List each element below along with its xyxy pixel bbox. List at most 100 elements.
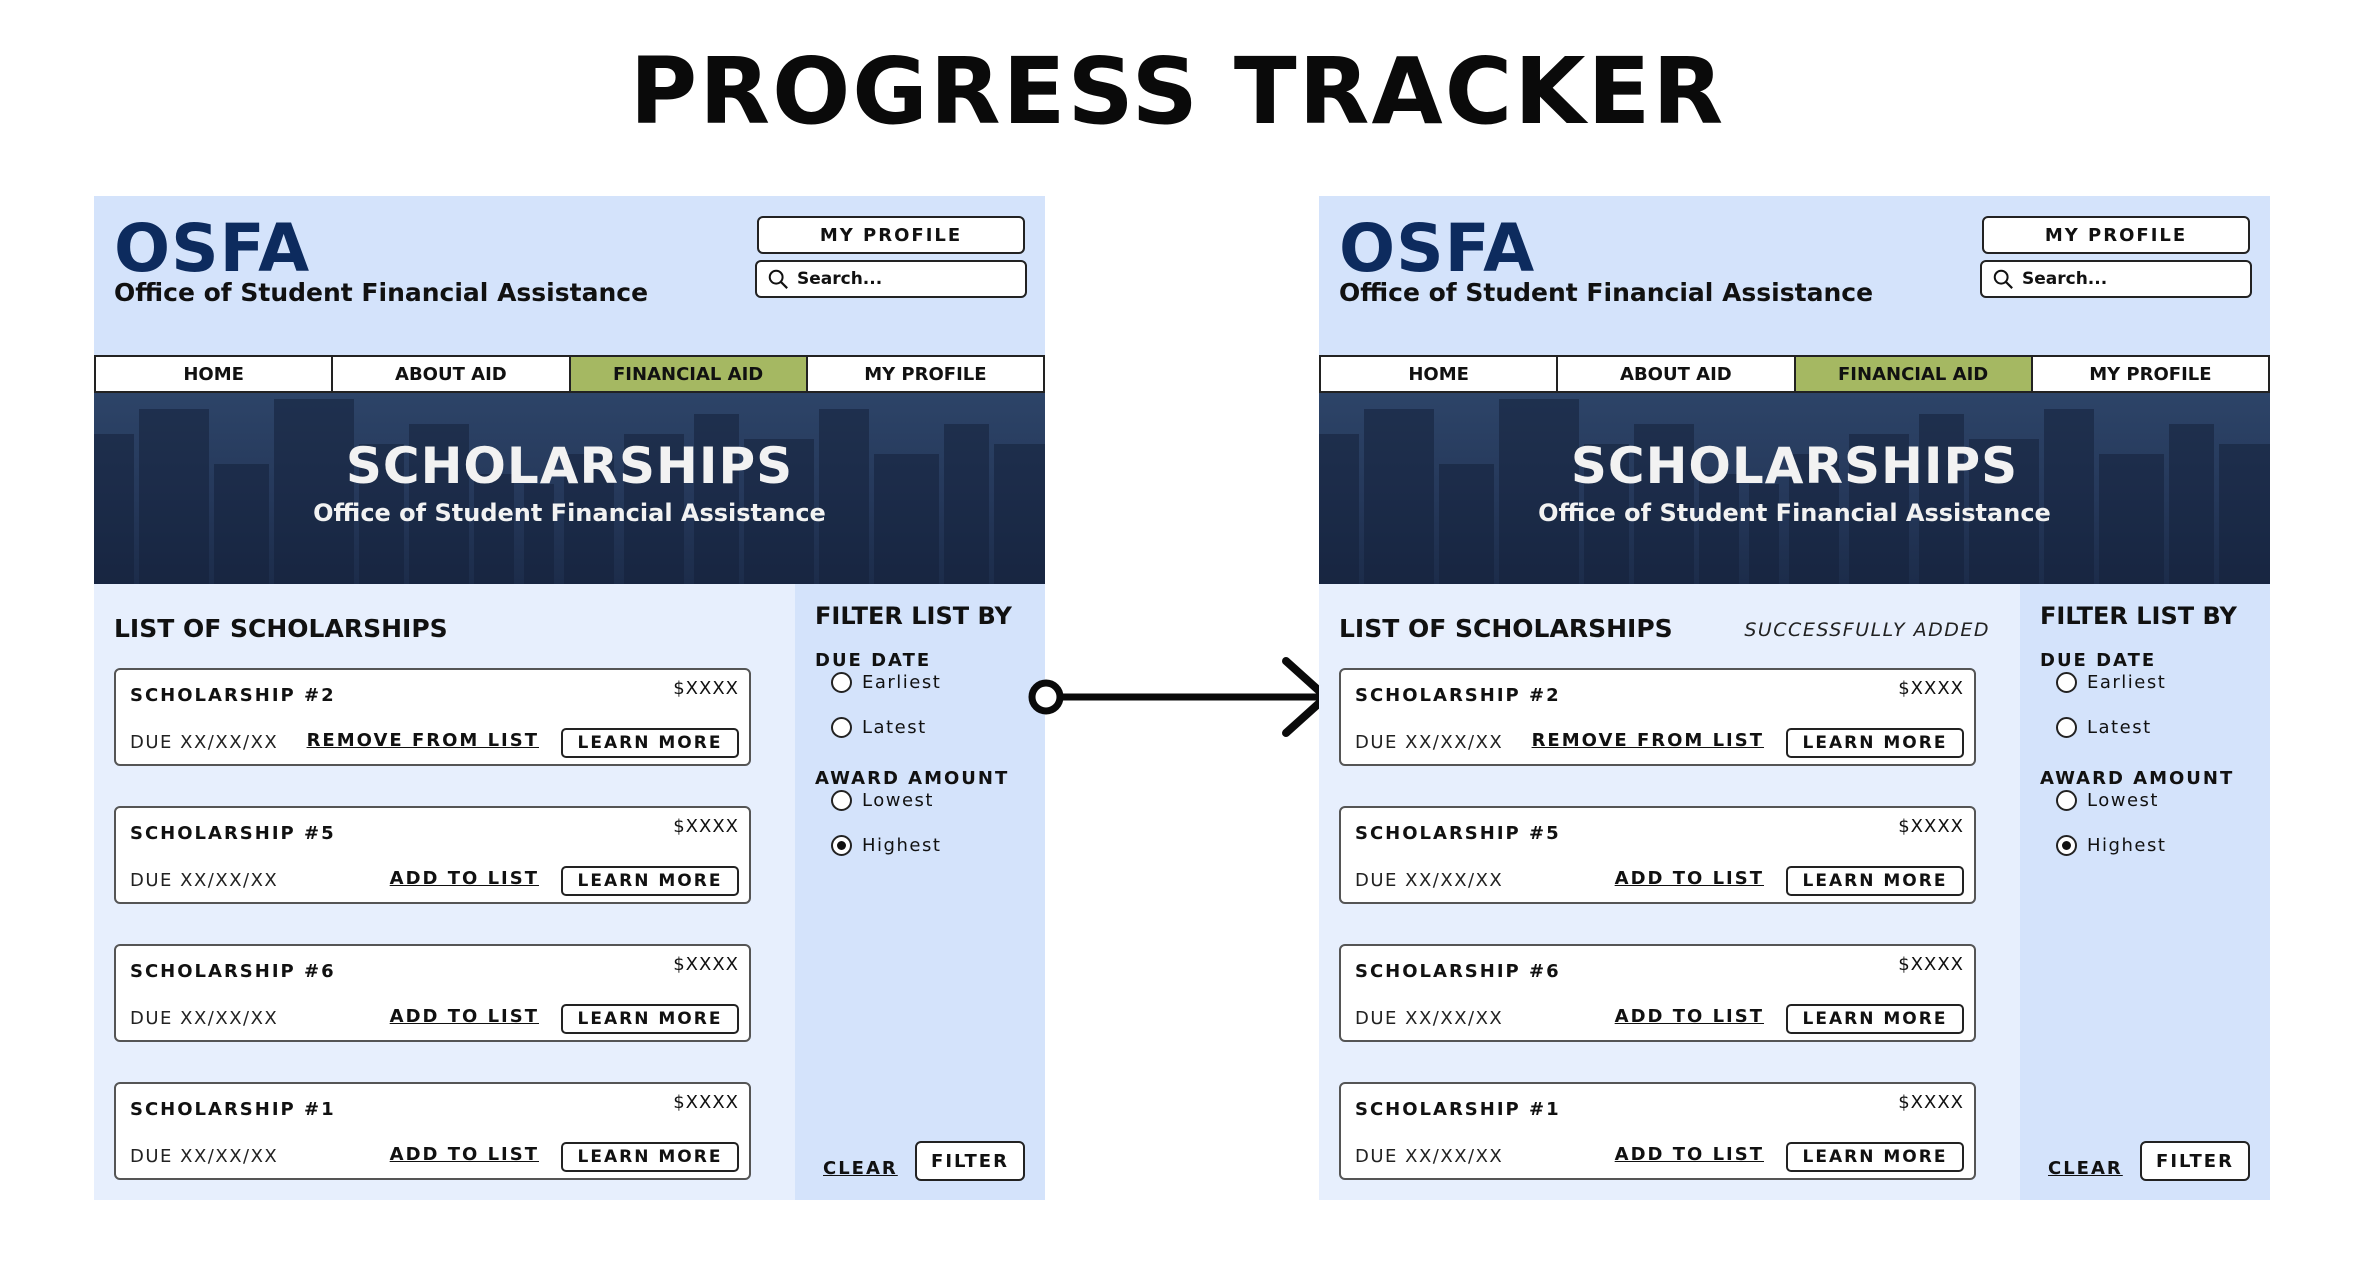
search-box[interactable] — [1980, 260, 2252, 298]
radio-label: Earliest — [2087, 672, 2167, 693]
scholarship-card: SCHOLARSHIP #5 $XXXX DUE XX/XX/XX ADD TO… — [1339, 806, 1976, 904]
logo-subtitle: Office of Student Financial Assistance — [1339, 278, 1874, 307]
award-amount-label: AWARD AMOUNT — [815, 768, 1010, 789]
radio-latest[interactable]: Latest — [831, 717, 927, 738]
scholarship-name: SCHOLARSHIP #6 — [1355, 961, 1561, 982]
logo-subtitle: Office of Student Financial Assistance — [114, 278, 649, 307]
clear-link[interactable]: CLEAR — [2048, 1158, 2123, 1179]
radio-label: Lowest — [2087, 790, 2159, 811]
my-profile-button[interactable]: MY PROFILE — [757, 216, 1025, 254]
filter-button[interactable]: FILTER — [915, 1141, 1025, 1181]
list-title: LIST OF SCHOLARSHIPS — [114, 614, 448, 643]
nav-item-financial-aid[interactable]: FINANCIAL AID — [1795, 357, 2033, 391]
building-shape — [1364, 409, 1434, 584]
learn-more-button[interactable]: LEARN MORE — [561, 728, 739, 758]
scholarship-name: SCHOLARSHIP #2 — [1355, 685, 1561, 706]
nav-item-financial-aid[interactable]: FINANCIAL AID — [570, 357, 808, 391]
radio-button[interactable] — [2056, 790, 2077, 811]
nav-item-about-aid[interactable]: ABOUT AID — [333, 357, 571, 391]
filter-button[interactable]: FILTER — [2140, 1141, 2250, 1181]
radio-latest[interactable]: Latest — [2056, 717, 2152, 738]
scholarship-list: LIST OF SCHOLARSHIPS SCHOLARSHIP #2 $XXX… — [94, 584, 795, 1200]
add-to-list-link[interactable]: ADD TO LIST — [390, 868, 539, 889]
filter-title: FILTER LIST BY — [815, 602, 1012, 630]
remove-from-list-link[interactable]: REMOVE FROM LIST — [307, 730, 539, 751]
radio-button[interactable] — [831, 672, 852, 693]
my-profile-button[interactable]: MY PROFILE — [1982, 216, 2250, 254]
hero-title: SCHOLARSHIPS — [1570, 437, 2019, 495]
radio-earliest[interactable]: Earliest — [2056, 672, 2166, 693]
filter-panel: FILTER LIST BY DUE DATE Earliest Latest … — [795, 584, 1045, 1200]
list-title: LIST OF SCHOLARSHIPS — [1339, 614, 1673, 643]
scholarship-amount: $XXXX — [673, 954, 739, 975]
nav-item-home[interactable]: HOME — [1321, 357, 1559, 391]
radio-button[interactable] — [831, 790, 852, 811]
radio-highest[interactable]: Highest — [2056, 835, 2166, 856]
radio-button[interactable] — [831, 717, 852, 738]
nav-item-about-aid[interactable]: ABOUT AID — [1558, 357, 1796, 391]
main-nav: HOME ABOUT AID FINANCIAL AID MY PROFILE — [94, 355, 1045, 393]
radio-label: Highest — [2087, 835, 2167, 856]
learn-more-button[interactable]: LEARN MORE — [1786, 728, 1964, 758]
radio-highest[interactable]: Highest — [831, 835, 941, 856]
learn-more-button[interactable]: LEARN MORE — [561, 1142, 739, 1172]
learn-more-button[interactable]: LEARN MORE — [1786, 866, 1964, 896]
scholarship-amount: $XXXX — [673, 816, 739, 837]
hero-subtitle: Office of Student Financial Assistance — [313, 499, 826, 527]
due-date-label: DUE DATE — [815, 650, 932, 671]
hero-banner: SCHOLARSHIPS Office of Student Financial… — [1319, 393, 2270, 584]
radio-lowest[interactable]: Lowest — [831, 790, 934, 811]
filter-panel: FILTER LIST BY DUE DATE Earliest Latest … — [2020, 584, 2270, 1200]
radio-button[interactable] — [2056, 717, 2077, 738]
learn-more-button[interactable]: LEARN MORE — [1786, 1142, 1964, 1172]
learn-more-button[interactable]: LEARN MORE — [561, 866, 739, 896]
building-shape — [819, 409, 869, 584]
scholarship-amount: $XXXX — [1898, 1092, 1964, 1113]
hero-title: SCHOLARSHIPS — [345, 437, 794, 495]
radio-earliest[interactable]: Earliest — [831, 672, 941, 693]
radio-label: Lowest — [862, 790, 934, 811]
learn-more-button[interactable]: LEARN MORE — [1786, 1004, 1964, 1034]
hero-subtitle: Office of Student Financial Assistance — [1538, 499, 2051, 527]
add-to-list-link[interactable]: ADD TO LIST — [1615, 868, 1764, 889]
radio-lowest[interactable]: Lowest — [2056, 790, 2159, 811]
add-to-list-link[interactable]: ADD TO LIST — [1615, 1006, 1764, 1027]
search-input[interactable] — [2022, 269, 2242, 289]
search-box[interactable] — [755, 260, 1027, 298]
filter-title: FILTER LIST BY — [2040, 602, 2237, 630]
scholarship-due: DUE XX/XX/XX — [1355, 732, 1504, 753]
scholarship-amount: $XXXX — [673, 678, 739, 699]
scholarship-card: SCHOLARSHIP #1 $XXXX DUE XX/XX/XX ADD TO… — [1339, 1082, 1976, 1180]
scholarship-card: SCHOLARSHIP #6 $XXXX DUE XX/XX/XX ADD TO… — [114, 944, 751, 1042]
logo: OSFA — [1339, 210, 1536, 287]
radio-button[interactable] — [2056, 672, 2077, 693]
search-input[interactable] — [797, 269, 1017, 289]
add-to-list-link[interactable]: ADD TO LIST — [390, 1006, 539, 1027]
award-amount-label: AWARD AMOUNT — [2040, 768, 2235, 789]
learn-more-button[interactable]: LEARN MORE — [561, 1004, 739, 1034]
scholarship-amount: $XXXX — [1898, 816, 1964, 837]
nav-item-my-profile[interactable]: MY PROFILE — [2033, 357, 2268, 391]
radio-button-selected[interactable] — [831, 835, 852, 856]
add-to-list-link[interactable]: ADD TO LIST — [1615, 1144, 1764, 1165]
nav-item-home[interactable]: HOME — [96, 357, 334, 391]
clear-link[interactable]: CLEAR — [823, 1158, 898, 1179]
scholarship-card: SCHOLARSHIP #5 $XXXX DUE XX/XX/XX ADD TO… — [114, 806, 751, 904]
main-nav: HOME ABOUT AID FINANCIAL AID MY PROFILE — [1319, 355, 2270, 393]
radio-button-selected[interactable] — [2056, 835, 2077, 856]
scholarship-card: SCHOLARSHIP #1 $XXXX DUE XX/XX/XX ADD TO… — [114, 1082, 751, 1180]
scholarship-due: DUE XX/XX/XX — [1355, 1146, 1504, 1167]
nav-item-my-profile[interactable]: MY PROFILE — [808, 357, 1043, 391]
scholarship-amount: $XXXX — [1898, 678, 1964, 699]
scholarship-name: SCHOLARSHIP #5 — [1355, 823, 1561, 844]
add-to-list-link[interactable]: ADD TO LIST — [390, 1144, 539, 1165]
scholarship-due: DUE XX/XX/XX — [1355, 1008, 1504, 1029]
scholarship-name: SCHOLARSHIP #1 — [130, 1099, 336, 1120]
due-date-label: DUE DATE — [2040, 650, 2157, 671]
building-shape — [139, 409, 209, 584]
scholarship-due: DUE XX/XX/XX — [1355, 870, 1504, 891]
building-shape — [2044, 409, 2094, 584]
scholarship-card: SCHOLARSHIP #2 $XXXX DUE XX/XX/XX REMOVE… — [1339, 668, 1976, 766]
remove-from-list-link[interactable]: REMOVE FROM LIST — [1532, 730, 1764, 751]
scholarship-due: DUE XX/XX/XX — [130, 732, 279, 753]
